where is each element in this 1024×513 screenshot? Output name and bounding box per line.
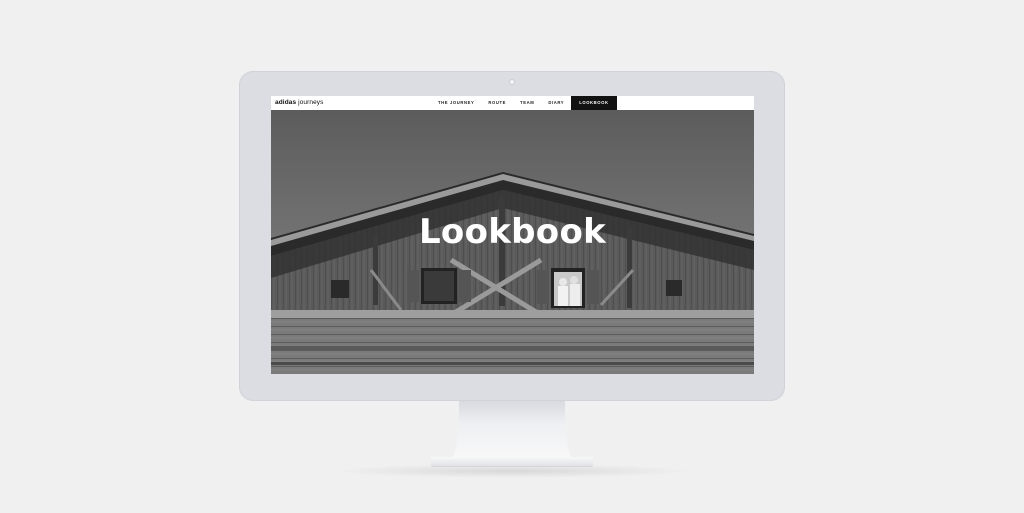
nav-item-the-journey[interactable]: THE JOURNEY — [431, 96, 481, 110]
monitor: adidas journeys THE JOURNEY ROUTE TEAM D… — [239, 71, 785, 401]
top-navbar: adidas journeys THE JOURNEY ROUTE TEAM D… — [271, 96, 754, 110]
nav-menu: THE JOURNEY ROUTE TEAM DIARY LOOKBOOK — [431, 96, 617, 110]
nav-item-route[interactable]: ROUTE — [481, 96, 513, 110]
nav-item-lookbook[interactable]: LOOKBOOK — [571, 96, 617, 110]
brand-name-light: journeys — [298, 99, 324, 106]
mockup-scene: adidas journeys THE JOURNEY ROUTE TEAM D… — [0, 0, 1024, 513]
camera-dot — [509, 79, 515, 85]
brand-name-bold: adidas — [275, 99, 297, 106]
brand-logo[interactable]: adidas journeys — [275, 98, 323, 108]
hero-title: Lookbook — [418, 212, 607, 252]
nav-item-diary[interactable]: DIARY — [541, 96, 571, 110]
nav-item-team[interactable]: TEAM — [513, 96, 541, 110]
monitor-base — [431, 457, 593, 466]
website-screen: adidas journeys THE JOURNEY ROUTE TEAM D… — [271, 96, 754, 374]
hero-section: Lookbook — [271, 110, 754, 374]
stand-shadow — [330, 464, 694, 478]
monitor-stand — [453, 401, 571, 457]
